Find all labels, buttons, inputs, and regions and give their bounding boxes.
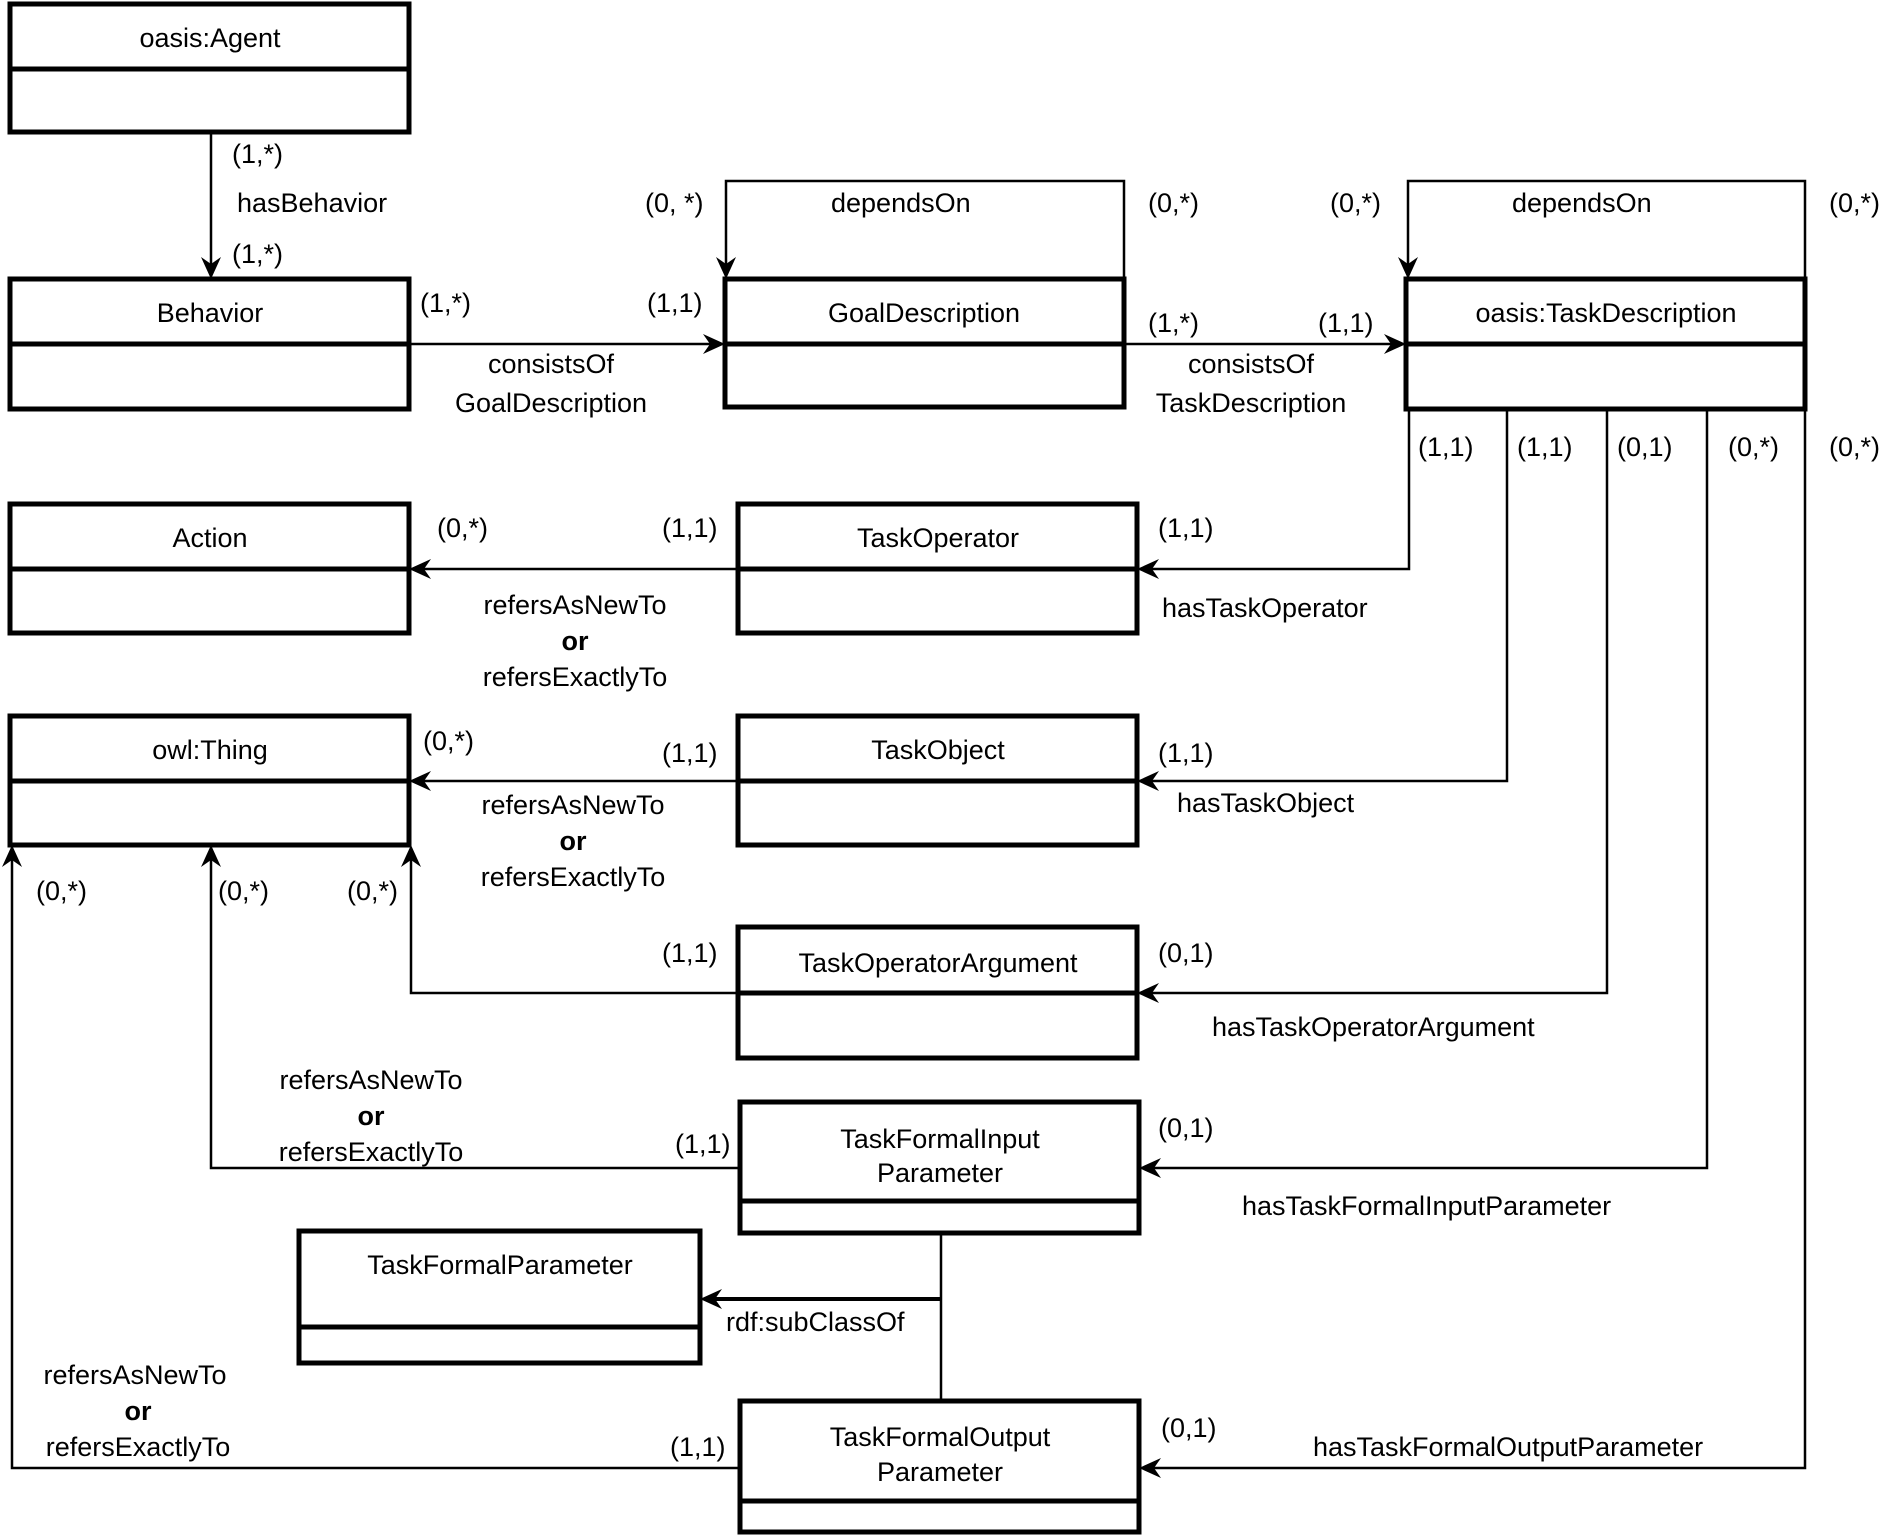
class-agent[interactable]: oasis:Agent — [7, 1, 412, 135]
class-action[interactable]: Action — [7, 501, 412, 636]
class-goal-description[interactable]: GoalDescription — [722, 276, 1127, 410]
class-name-line-1: TaskFormalInput — [840, 1124, 1040, 1154]
cardinality: (0,*) — [36, 876, 87, 906]
cardinality: (0,*) — [1148, 188, 1199, 218]
class-name: oasis:Agent — [139, 23, 281, 53]
class-name: oasis:TaskDescription — [1475, 298, 1736, 328]
cardinality: (0,*) — [347, 876, 398, 906]
relation-label-line-2: GoalDescription — [455, 388, 647, 418]
edge-has-task-operator-argument — [1137, 409, 1609, 1003]
relation-label-or: or — [358, 1101, 385, 1131]
cardinality: (1,1) — [1158, 513, 1214, 543]
cardinality: (0,*) — [1330, 188, 1381, 218]
class-owl-thing[interactable]: owl:Thing — [7, 713, 412, 848]
relation-label-line-1: consistsOf — [488, 349, 615, 379]
class-task-description[interactable]: oasis:TaskDescription — [1403, 276, 1808, 412]
relation-label-line-2: refersExactlyTo — [279, 1137, 464, 1167]
class-task-operator[interactable]: TaskOperator — [735, 501, 1140, 636]
class-task-formal-input-parameter[interactable]: TaskFormalInput Parameter — [737, 1099, 1142, 1236]
cardinality: (1,*) — [1148, 308, 1199, 338]
cardinality: (1,1) — [662, 938, 718, 968]
cardinality: (0,*) — [423, 726, 474, 756]
uml-diagram: oasis:Agent Behavior GoalDescription oas… — [2, 1, 1880, 1535]
class-name: GoalDescription — [828, 298, 1020, 328]
cardinality: (0,*) — [1829, 188, 1880, 218]
cardinality: (0, *) — [645, 188, 704, 218]
cardinality: (0,1) — [1617, 432, 1673, 462]
cardinality: (1,1) — [1158, 738, 1214, 768]
cardinality: (1,1) — [1517, 432, 1573, 462]
class-name: TaskOperatorArgument — [798, 948, 1078, 978]
cardinality: (1,*) — [232, 239, 283, 269]
edge-has-task-operator — [1137, 409, 1411, 579]
relation-label-or: or — [560, 826, 587, 856]
relation-label: hasTaskFormalInputParameter — [1242, 1191, 1611, 1221]
class-task-operator-argument[interactable]: TaskOperatorArgument — [735, 924, 1140, 1061]
relation-label-line-1: refersAsNewTo — [481, 790, 664, 820]
class-name-line-1: TaskFormalOutput — [830, 1422, 1051, 1452]
cardinality: (1,1) — [1418, 432, 1474, 462]
edge-has-behavior — [201, 132, 221, 279]
cardinality: (0,*) — [218, 876, 269, 906]
class-task-formal-output-parameter[interactable]: TaskFormalOutput Parameter — [737, 1398, 1142, 1535]
class-name: owl:Thing — [152, 735, 268, 765]
class-name: TaskOperator — [857, 523, 1019, 553]
relation-label: hasTaskFormalOutputParameter — [1313, 1432, 1703, 1462]
relation-label-line-2: refersExactlyTo — [483, 662, 668, 692]
cardinality: (0,*) — [437, 513, 488, 543]
cardinality: (1,1) — [647, 288, 703, 318]
relation-label: hasTaskOperatorArgument — [1212, 1012, 1535, 1042]
class-name: Behavior — [157, 298, 264, 328]
class-behavior[interactable]: Behavior — [7, 276, 412, 412]
cardinality: (0,1) — [1158, 1113, 1214, 1143]
class-name: TaskObject — [871, 735, 1005, 765]
cardinality: (1,1) — [675, 1129, 731, 1159]
class-name-line-2: Parameter — [877, 1158, 1003, 1188]
edge-task-formal-input-refers-thing — [201, 845, 740, 1170]
class-task-object[interactable]: TaskObject — [735, 713, 1140, 848]
relation-label-or: or — [562, 626, 589, 656]
cardinality: (0,*) — [1829, 432, 1880, 462]
relation-label-line-2: TaskDescription — [1156, 388, 1347, 418]
cardinality: (1,1) — [662, 513, 718, 543]
relation-label-line-1: refersAsNewTo — [483, 590, 666, 620]
relation-label-line-2: refersExactlyTo — [481, 862, 666, 892]
relation-label: dependsOn — [1512, 188, 1652, 218]
cardinality: (1,1) — [670, 1432, 726, 1462]
cardinality: (0,1) — [1158, 938, 1214, 968]
cardinality: (1,*) — [420, 288, 471, 318]
relation-label-line-2: refersExactlyTo — [46, 1432, 231, 1462]
cardinality: (1,1) — [662, 738, 718, 768]
relation-label-or: or — [125, 1396, 152, 1426]
edge-task-object-refers-thing — [409, 771, 738, 791]
cardinality: (1,*) — [232, 139, 283, 169]
relation-label: hasBehavior — [237, 188, 387, 218]
class-name: TaskFormalParameter — [367, 1250, 633, 1280]
relation-label-line-1: refersAsNewTo — [43, 1360, 226, 1390]
cardinality: (0,*) — [1728, 432, 1779, 462]
class-name-line-2: Parameter — [877, 1457, 1003, 1487]
relation-label: rdf:subClassOf — [726, 1307, 905, 1337]
cardinality: (0,1) — [1161, 1413, 1217, 1443]
relation-label-line-1: consistsOf — [1188, 349, 1315, 379]
relation-label-line-1: refersAsNewTo — [279, 1065, 462, 1095]
relation-label: dependsOn — [831, 188, 971, 218]
class-task-formal-parameter[interactable]: TaskFormalParameter — [296, 1228, 703, 1366]
class-name: Action — [172, 523, 247, 553]
edge-task-operator-refers-action — [409, 559, 738, 579]
cardinality: (1,1) — [1318, 308, 1374, 338]
relation-label: hasTaskOperator — [1162, 593, 1368, 623]
relation-label: hasTaskObject — [1177, 788, 1355, 818]
